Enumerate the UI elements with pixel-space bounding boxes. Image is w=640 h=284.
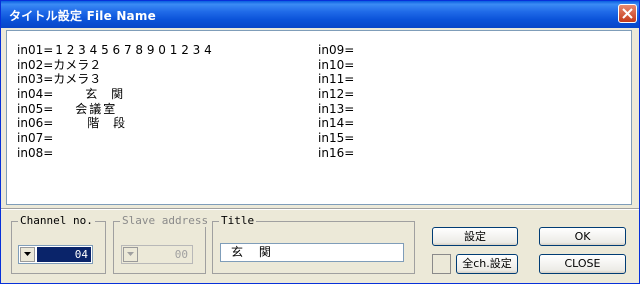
input-value: 1 2 3 4 5 6 7 8 9 0 1 2 3 4 [55, 43, 212, 57]
input-line-in08: in08= [17, 146, 212, 161]
input-value: 階 段 [87, 116, 131, 131]
title-bar[interactable]: タイトル設定 File Name [1, 1, 639, 28]
slave-address-select[interactable]: 00 [121, 245, 193, 264]
ok-button[interactable]: OK [539, 227, 626, 246]
input-label: in06= [17, 116, 54, 131]
all-channel-checkbox[interactable] [432, 254, 451, 274]
input-label: in12= [318, 87, 355, 102]
chevron-down-icon [24, 252, 31, 256]
input-line-in14: in14= [318, 116, 354, 131]
channel-dropdown-button[interactable] [20, 247, 35, 262]
input-label: in03= [17, 72, 54, 87]
ok-button-label: OK [574, 230, 591, 243]
input-label: in09= [318, 43, 355, 57]
close-icon [622, 8, 633, 19]
window-title: タイトル設定 File Name [9, 9, 156, 23]
close-window-button[interactable] [618, 4, 637, 23]
input-line-in11: in11= [318, 72, 354, 87]
input-label: in16= [318, 145, 355, 160]
input-line-in12: in12= [318, 87, 354, 102]
input-line-in02: in02=カメラ２ [17, 58, 212, 73]
slave-address-dropdown-button[interactable] [123, 247, 138, 262]
input-label: in10= [318, 57, 355, 72]
input-column-left: in01= 1 2 3 4 5 6 7 8 9 0 1 2 3 4 in02=カメ… [17, 43, 212, 161]
input-line-in01: in01= 1 2 3 4 5 6 7 8 9 0 1 2 3 4 [17, 43, 212, 58]
input-line-in15: in15= [318, 131, 354, 146]
dialog-window: タイトル設定 File Name in01= 1 2 3 4 5 6 7 8 9 … [0, 0, 640, 284]
title-legend: Title [219, 214, 257, 227]
input-label: in14= [318, 116, 355, 131]
input-label: in04= [17, 87, 54, 102]
input-line-in16: in16= [318, 146, 354, 161]
title-input[interactable]: 玄 関 [220, 243, 404, 262]
close-button[interactable]: CLOSE [539, 254, 626, 274]
title-group: Title 玄 関 [212, 214, 415, 274]
input-value: 玄 関 [85, 87, 129, 102]
slave-address-group: Slave address 00 [113, 214, 211, 274]
input-label: in02= [17, 57, 54, 72]
input-label: in11= [318, 72, 355, 87]
input-line-in06: in06= 階 段 [17, 116, 212, 131]
input-line-in09: in09= [318, 43, 354, 58]
input-line-in10: in10= [318, 58, 354, 73]
close-button-label: CLOSE [564, 257, 601, 270]
input-label: in07= [17, 131, 54, 146]
input-label: in15= [318, 131, 355, 146]
input-line-in05: in05= 会議室 [17, 102, 212, 117]
all-channel-setting-label: 全ch.設定 [462, 257, 512, 270]
input-title-list: in01= 1 2 3 4 5 6 7 8 9 0 1 2 3 4 in02=カメ… [6, 30, 632, 205]
input-label: in01= [17, 43, 54, 57]
input-line-in07: in07= [17, 131, 212, 146]
settei-button-label: 設定 [464, 230, 486, 243]
input-value: カメラ３ [53, 72, 102, 87]
chevron-down-icon [127, 252, 134, 256]
settei-button[interactable]: 設定 [432, 227, 518, 246]
input-label: in13= [318, 101, 355, 116]
input-value: 会議室 [75, 101, 118, 116]
input-label: in08= [17, 145, 54, 160]
channel-select[interactable]: 04 [18, 245, 93, 264]
channel-value: 04 [37, 247, 91, 262]
channel-group: Channel no. 04 [11, 214, 106, 274]
separator-line [1, 208, 639, 210]
input-value: カメラ２ [53, 57, 102, 72]
slave-address-value: 00 [174, 248, 188, 261]
input-line-in03: in03=カメラ３ [17, 72, 212, 87]
input-column-right: in09= in10= in11= in12= in13= in14= in15… [318, 43, 354, 161]
input-line-in04: in04= 玄 関 [17, 87, 212, 102]
slave-address-legend: Slave address [120, 214, 211, 227]
all-channel-setting-button[interactable]: 全ch.設定 [456, 254, 518, 274]
input-line-in13: in13= [318, 102, 354, 117]
channel-legend: Channel no. [18, 214, 95, 227]
input-label: in05= [17, 101, 54, 116]
